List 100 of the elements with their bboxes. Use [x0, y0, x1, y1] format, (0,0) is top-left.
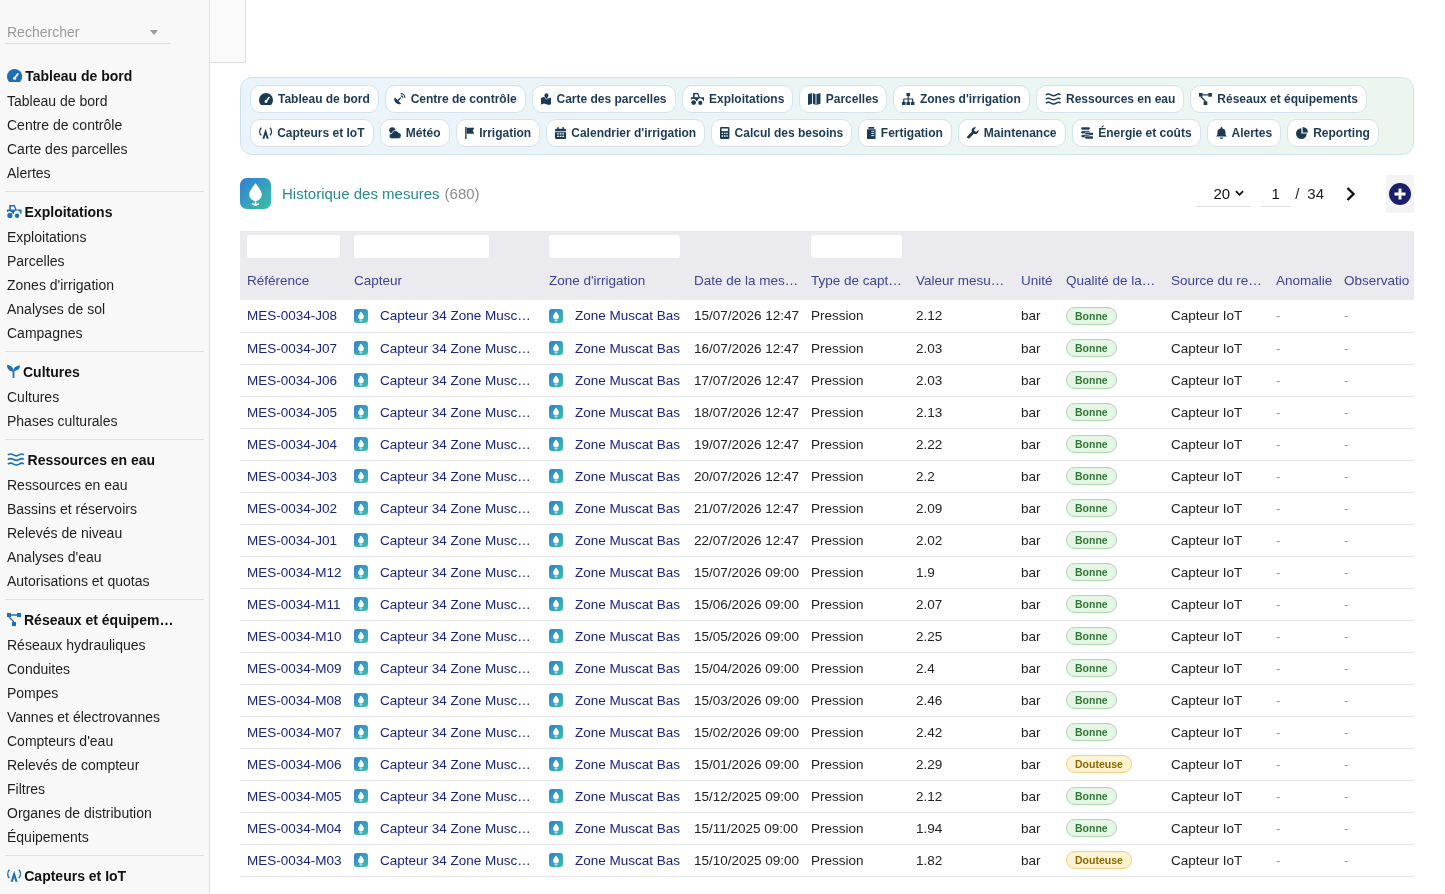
- sidebar-item[interactable]: Réseaux hydrauliques: [5, 633, 204, 657]
- reference-link[interactable]: MES-0034-M11: [247, 596, 341, 612]
- reference-link[interactable]: MES-0034-J04: [247, 436, 338, 452]
- zone-link[interactable]: Zone Muscat Bas: [575, 468, 681, 484]
- sidebar-item[interactable]: Cultures: [5, 385, 204, 409]
- sensor-link[interactable]: Capteur 34 Zone Musc…: [380, 308, 531, 324]
- zone-link[interactable]: Zone Muscat Bas: [575, 660, 681, 676]
- reference-link[interactable]: MES-0034-J06: [247, 372, 338, 388]
- column-header[interactable]: Date de la mes…: [694, 273, 799, 288]
- nav-button[interactable]: Réseaux et équipements: [1190, 85, 1367, 113]
- zone-link[interactable]: Zone Muscat Bas: [575, 692, 681, 708]
- sidebar-item[interactable]: Relevés de niveau: [5, 521, 204, 545]
- reference-link[interactable]: MES-0034-J02: [247, 500, 338, 516]
- sidebar-item[interactable]: Zones d'irrigation: [5, 273, 204, 297]
- zone-link[interactable]: Zone Muscat Bas: [575, 724, 681, 740]
- column-header[interactable]: Zone d'irrigation: [549, 273, 646, 288]
- sidebar-item[interactable]: Parcelles: [5, 249, 204, 273]
- sidebar-item[interactable]: Conduites: [5, 657, 204, 681]
- nav-button[interactable]: Parcelles: [799, 85, 888, 113]
- nav-button[interactable]: Irrigation: [455, 119, 541, 147]
- sidebar-item[interactable]: Analyses de sol: [5, 297, 204, 321]
- sensor-link[interactable]: Capteur 34 Zone Musc…: [380, 372, 531, 388]
- sensor-link[interactable]: Capteur 34 Zone Musc…: [380, 628, 531, 644]
- sidebar-item[interactable]: Analyses d'eau: [5, 545, 204, 569]
- zone-link[interactable]: Zone Muscat Bas: [575, 756, 681, 772]
- sensor-link[interactable]: Capteur 34 Zone Musc…: [380, 468, 531, 484]
- next-page-button[interactable]: [1346, 186, 1355, 201]
- add-button[interactable]: [1386, 174, 1414, 213]
- sidebar-item[interactable]: Compteurs d'eau: [5, 729, 204, 753]
- zone-link[interactable]: Zone Muscat Bas: [575, 564, 681, 580]
- sensor-link[interactable]: Capteur 34 Zone Musc…: [380, 788, 531, 804]
- reference-link[interactable]: MES-0034-M03: [247, 852, 342, 868]
- nav-button[interactable]: Ressources en eau: [1035, 85, 1185, 113]
- search-field[interactable]: Rechercher: [5, 20, 170, 44]
- sensor-link[interactable]: Capteur 34 Zone Musc…: [380, 436, 531, 452]
- sidebar-item[interactable]: Ressources en eau: [5, 473, 204, 497]
- nav-button[interactable]: Alertes: [1206, 119, 1282, 147]
- zone-link[interactable]: Zone Muscat Bas: [575, 436, 681, 452]
- sensor-link[interactable]: Capteur 34 Zone Musc…: [380, 564, 531, 580]
- column-header[interactable]: Valeur mesu…: [916, 273, 1005, 288]
- zone-link[interactable]: Zone Muscat Bas: [575, 500, 681, 516]
- column-header[interactable]: Qualité de la…: [1066, 273, 1156, 288]
- sidebar-item[interactable]: Autorisations et quotas: [5, 569, 204, 593]
- reference-link[interactable]: MES-0034-M08: [247, 692, 342, 708]
- sidebar-item[interactable]: Vannes et électrovannes: [5, 705, 204, 729]
- sensor-link[interactable]: Capteur 34 Zone Musc…: [380, 724, 531, 740]
- zone-link[interactable]: Zone Muscat Bas: [575, 788, 681, 804]
- sensor-link[interactable]: Capteur 34 Zone Musc…: [380, 532, 531, 548]
- sidebar-item[interactable]: Campagnes: [5, 321, 204, 345]
- reference-link[interactable]: MES-0034-M10: [247, 628, 342, 644]
- nav-button[interactable]: Calcul des besoins: [711, 119, 853, 147]
- sidebar-item[interactable]: Phases culturales: [5, 409, 204, 433]
- column-header[interactable]: Observatio: [1344, 273, 1410, 288]
- reference-link[interactable]: MES-0034-M06: [247, 756, 342, 772]
- nav-button[interactable]: Reporting: [1287, 119, 1379, 147]
- column-header[interactable]: Capteur: [354, 273, 403, 288]
- sidebar-item[interactable]: Pompes: [5, 681, 204, 705]
- zone-link[interactable]: Zone Muscat Bas: [575, 532, 681, 548]
- sensor-link[interactable]: Capteur 34 Zone Musc…: [380, 340, 531, 356]
- reference-link[interactable]: MES-0034-M05: [247, 788, 342, 804]
- reference-link[interactable]: MES-0034-J08: [247, 308, 338, 324]
- sensor-link[interactable]: Capteur 34 Zone Musc…: [380, 692, 531, 708]
- column-header[interactable]: Type de capt…: [811, 273, 902, 288]
- zone-link[interactable]: Zone Muscat Bas: [575, 852, 681, 868]
- sidebar-item[interactable]: Alertes: [5, 161, 204, 185]
- nav-button[interactable]: Calendrier d'irrigation: [546, 119, 706, 147]
- sidebar-item[interactable]: Bassins et réservoirs: [5, 497, 204, 521]
- zone-link[interactable]: Zone Muscat Bas: [575, 596, 681, 612]
- nav-button[interactable]: Centre de contrôle: [384, 85, 526, 113]
- nav-button[interactable]: Capteurs et IoT: [250, 119, 374, 147]
- nav-button[interactable]: Météo: [379, 119, 450, 147]
- nav-button[interactable]: Énergie et coûts: [1071, 119, 1201, 147]
- nav-button[interactable]: Fertigation: [858, 119, 952, 147]
- sensor-link[interactable]: Capteur 34 Zone Musc…: [380, 596, 531, 612]
- sensor-link[interactable]: Capteur 34 Zone Musc…: [380, 660, 531, 676]
- column-header[interactable]: Anomalie: [1276, 273, 1333, 288]
- reference-link[interactable]: MES-0034-J07: [247, 340, 338, 356]
- sidebar-item[interactable]: Carte des parcelles: [5, 137, 204, 161]
- nav-button[interactable]: Zones d'irrigation: [893, 85, 1030, 113]
- sidebar-item[interactable]: Filtres: [5, 777, 204, 801]
- sidebar-item[interactable]: Équipements: [5, 825, 204, 849]
- zone-link[interactable]: Zone Muscat Bas: [575, 404, 681, 420]
- sensor-link[interactable]: Capteur 34 Zone Musc…: [380, 756, 531, 772]
- page-size-select[interactable]: 20: [1196, 180, 1251, 207]
- sidebar-item[interactable]: Exploitations: [5, 225, 204, 249]
- sensor-link[interactable]: Capteur 34 Zone Musc…: [380, 500, 531, 516]
- reference-link[interactable]: MES-0034-J05: [247, 404, 338, 420]
- sidebar-item[interactable]: Relevés de compteur: [5, 753, 204, 777]
- nav-button[interactable]: Tableau de bord: [250, 85, 379, 113]
- reference-link[interactable]: MES-0034-J03: [247, 468, 338, 484]
- reference-link[interactable]: MES-0034-J01: [247, 532, 338, 548]
- sensor-link[interactable]: Capteur 34 Zone Musc…: [380, 820, 531, 836]
- column-header[interactable]: Source du re…: [1171, 273, 1262, 288]
- reference-link[interactable]: MES-0034-M07: [247, 724, 342, 740]
- reference-link[interactable]: MES-0034-M12: [247, 564, 342, 580]
- column-header[interactable]: Unité: [1021, 273, 1053, 288]
- nav-button[interactable]: Carte des parcelles: [531, 85, 676, 113]
- page-field[interactable]: 1: [1261, 180, 1291, 207]
- column-header[interactable]: Référence: [247, 273, 310, 288]
- zone-link[interactable]: Zone Muscat Bas: [575, 340, 681, 356]
